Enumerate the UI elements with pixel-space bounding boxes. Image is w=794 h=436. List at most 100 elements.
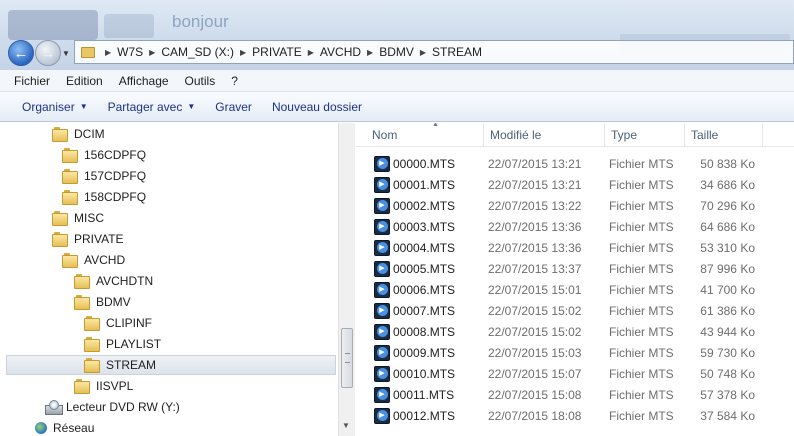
file-date: 22/07/2015 13:37 [488,261,582,276]
tree-item[interactable]: 156CDPFQ [62,145,146,165]
navigation-scrollbar[interactable]: ▼ [338,123,355,436]
navigation-pane[interactable]: DCIM 156CDPFQ 157CDPFQ 158CDPFQ MISC PRIVATE A… [0,123,355,436]
folder-icon [84,337,100,352]
tree-item[interactable]: Lecteur DVD RW (Y:) [44,397,180,417]
tree-item[interactable]: DCIM [52,124,105,144]
tree-item[interactable]: STREAM [6,355,336,375]
file-date: 22/07/2015 15:03 [488,345,582,360]
background-window-title: bonjour [172,12,229,31]
file-size: 50 838 Ko [700,156,755,171]
menu-item[interactable]: Fichier [6,74,58,88]
tree-item-label: PRIVATE [74,232,124,246]
file-name: 00010.MTS [393,366,456,381]
tree-item[interactable]: AVCHD [62,250,125,270]
tree-item[interactable]: 157CDPFQ [62,166,146,186]
tree-item-label: MISC [74,211,104,225]
folder-icon [74,379,90,394]
folder-icon [84,316,100,331]
video-file-icon: ▶ [374,176,390,193]
tree-item[interactable]: 158CDPFQ [62,187,146,207]
file-list[interactable]: Nom ▲ Modifié le Type Taille ▶ 00000.MTS 22/07… [356,123,794,436]
column-header[interactable]: Type [605,123,685,147]
column-header[interactable]: Modifié le [484,123,605,147]
file-row[interactable]: ▶ 00007.MTS 22/07/2015 15:02 Fichier MTS 61 … [356,300,794,321]
video-file-icon: ▶ [374,365,390,382]
tree-item[interactable]: CLIPINF [84,313,152,333]
file-size: 61 386 Ko [700,303,755,318]
file-row[interactable]: ▶ 00005.MTS 22/07/2015 13:37 Fichier MTS 87 … [356,258,794,279]
breadcrumb-item[interactable]: STREAM [432,45,482,59]
tree-item-label: Lecteur DVD RW (Y:) [66,400,180,414]
chevron-right-icon[interactable]: ▶ [420,48,426,57]
file-row[interactable]: ▶ 00001.MTS 22/07/2015 13:21 Fichier MTS 34 … [356,174,794,195]
tree-item[interactable]: IISVPL [74,376,133,396]
file-name: 00007.MTS [393,303,456,318]
network-icon [33,421,49,435]
breadcrumb-item[interactable]: CAM_SD (X:) [161,45,234,59]
tree-item[interactable]: Réseau [33,418,94,436]
folder-icon [52,232,68,247]
new-folder-button[interactable]: Nouveau dossier [262,100,372,114]
file-name-cell: ▶ 00009.MTS [374,342,455,363]
video-file-icon: ▶ [374,302,390,319]
file-name-cell: ▶ 00004.MTS [374,237,455,258]
file-name-cell: ▶ 00007.MTS [374,300,455,321]
back-button[interactable]: ← [8,40,34,66]
file-row[interactable]: ▶ 00008.MTS 22/07/2015 15:02 Fichier MTS 43 … [356,321,794,342]
share-with-button[interactable]: Partager avec ▼ [98,100,206,114]
file-size: 43 944 Ko [700,324,755,339]
file-size: 64 686 Ko [700,219,755,234]
file-size: 57 378 Ko [700,387,755,402]
tree-item-label: 158CDPFQ [84,190,147,204]
file-type: Fichier MTS [609,177,674,192]
scroll-down-arrow-icon[interactable]: ▼ [342,421,350,430]
chevron-right-icon[interactable]: ▶ [308,48,314,57]
breadcrumb-item[interactable]: W7S [117,45,143,59]
tree-item-label: DCIM [74,127,105,141]
column-header[interactable]: Nom ▲ [366,123,484,147]
folder-icon [62,190,78,205]
burn-button[interactable]: Graver [205,100,262,114]
file-row[interactable]: ▶ 00002.MTS 22/07/2015 13:22 Fichier MTS 70 … [356,195,794,216]
file-name: 00004.MTS [393,240,456,255]
file-name-cell: ▶ 00002.MTS [374,195,455,216]
tree-item[interactable]: PLAYLIST [84,334,161,354]
tree-item[interactable]: BDMV [74,292,131,312]
file-row[interactable]: ▶ 00004.MTS 22/07/2015 13:36 Fichier MTS 53 … [356,237,794,258]
breadcrumb-item[interactable]: PRIVATE [252,45,302,59]
tree-item[interactable]: MISC [52,208,104,228]
recent-pages-dropdown-icon[interactable]: ▼ [62,49,70,58]
menu-item[interactable]: Edition [58,74,111,88]
column-header[interactable]: Taille [685,123,763,147]
chevron-right-icon[interactable]: ▶ [367,48,373,57]
file-type: Fichier MTS [609,240,674,255]
file-row[interactable]: ▶ 00011.MTS 22/07/2015 15:08 Fichier MTS 57 … [356,384,794,405]
organize-button[interactable]: Organiser ▼ [12,100,98,114]
file-row[interactable]: ▶ 00006.MTS 22/07/2015 15:01 Fichier MTS 41 … [356,279,794,300]
breadcrumb-item[interactable]: BDMV [379,45,414,59]
window-title-bar: bonjour ← → ▼ ▶ W7S ▶ CAM_SD (X:) ▶ PRIVATE ▶ A… [0,0,794,70]
chevron-right-icon[interactable]: ▶ [149,48,155,57]
file-row[interactable]: ▶ 00003.MTS 22/07/2015 13:36 Fichier MTS 64 … [356,216,794,237]
file-row[interactable]: ▶ 00000.MTS 22/07/2015 13:21 Fichier MTS 50 … [356,153,794,174]
address-bar[interactable]: ▶ W7S ▶ CAM_SD (X:) ▶ PRIVATE ▶ AVCHD ▶ BDMV ▶ STRE… [74,40,794,64]
file-size: 50 748 Ko [700,366,755,381]
chevron-right-icon[interactable]: ▶ [105,48,111,57]
tree-item-label: 157CDPFQ [84,169,147,183]
menu-item[interactable]: Affichage [111,74,177,88]
tree-item[interactable]: AVCHDTN [74,271,153,291]
forward-button[interactable]: → [35,40,61,66]
folder-icon [74,274,90,289]
file-row[interactable]: ▶ 00009.MTS 22/07/2015 15:03 Fichier MTS 59 … [356,342,794,363]
menu-item[interactable]: ? [223,74,246,88]
tree-item[interactable]: PRIVATE [52,229,124,249]
menu-item[interactable]: Outils [177,74,224,88]
scrollbar-thumb[interactable] [341,328,353,388]
file-date: 22/07/2015 13:36 [488,219,582,234]
breadcrumb-item[interactable]: AVCHD [320,45,361,59]
file-row[interactable]: ▶ 00012.MTS 22/07/2015 18:08 Fichier MTS 37 … [356,405,794,426]
file-name: 00003.MTS [393,219,456,234]
chevron-right-icon[interactable]: ▶ [240,48,246,57]
video-file-icon: ▶ [374,197,390,214]
file-row[interactable]: ▶ 00010.MTS 22/07/2015 15:07 Fichier MTS 50 … [356,363,794,384]
